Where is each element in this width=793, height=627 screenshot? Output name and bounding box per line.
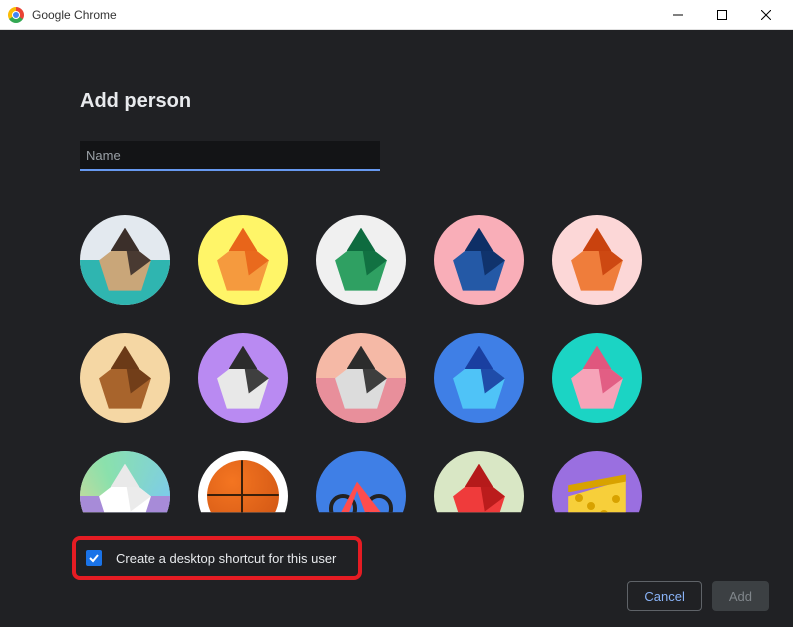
add-button[interactable]: Add	[712, 581, 769, 611]
titlebar: Google Chrome	[0, 0, 793, 30]
window-title: Google Chrome	[32, 8, 117, 22]
name-input-container	[80, 141, 713, 171]
window-controls	[665, 5, 785, 25]
avatar-origami-elephant[interactable]	[434, 215, 524, 305]
avatar-scroll-area[interactable]	[80, 211, 713, 531]
close-button[interactable]	[753, 5, 779, 25]
avatar-origami-bird[interactable]	[434, 451, 524, 531]
highlight-annotation: Create a desktop shortcut for this user	[72, 536, 362, 580]
avatar-origami-cat[interactable]	[80, 215, 170, 305]
avatar-origami-rabbit[interactable]	[552, 333, 642, 423]
footer-buttons: Cancel Add	[627, 581, 769, 611]
cancel-button[interactable]: Cancel	[627, 581, 701, 611]
avatar-origami-basketball[interactable]	[198, 451, 288, 531]
avatar-origami-fox[interactable]	[198, 215, 288, 305]
avatar-origami-butterfly[interactable]	[434, 333, 524, 423]
desktop-shortcut-label: Create a desktop shortcut for this user	[116, 551, 336, 566]
name-input[interactable]	[80, 141, 380, 171]
avatar-origami-squirrel[interactable]	[552, 215, 642, 305]
minimize-button[interactable]	[665, 5, 691, 25]
avatar-origami-unicorn[interactable]	[80, 451, 170, 531]
avatar-origami-dragon[interactable]	[316, 215, 406, 305]
desktop-shortcut-checkbox[interactable]	[86, 550, 102, 566]
maximize-button[interactable]	[709, 5, 735, 25]
avatar-origami-penguin[interactable]	[316, 333, 406, 423]
avatar-origami-monkey[interactable]	[80, 333, 170, 423]
avatar-grid	[80, 215, 697, 531]
dialog-heading: Add person	[80, 30, 713, 113]
dialog-content: Add person Create a desktop shortcut for…	[0, 30, 793, 627]
avatar-origami-bicycle[interactable]	[316, 451, 406, 531]
chrome-logo-icon	[8, 7, 24, 23]
avatar-origami-panda[interactable]	[198, 333, 288, 423]
avatar-origami-cheese[interactable]	[552, 451, 642, 531]
